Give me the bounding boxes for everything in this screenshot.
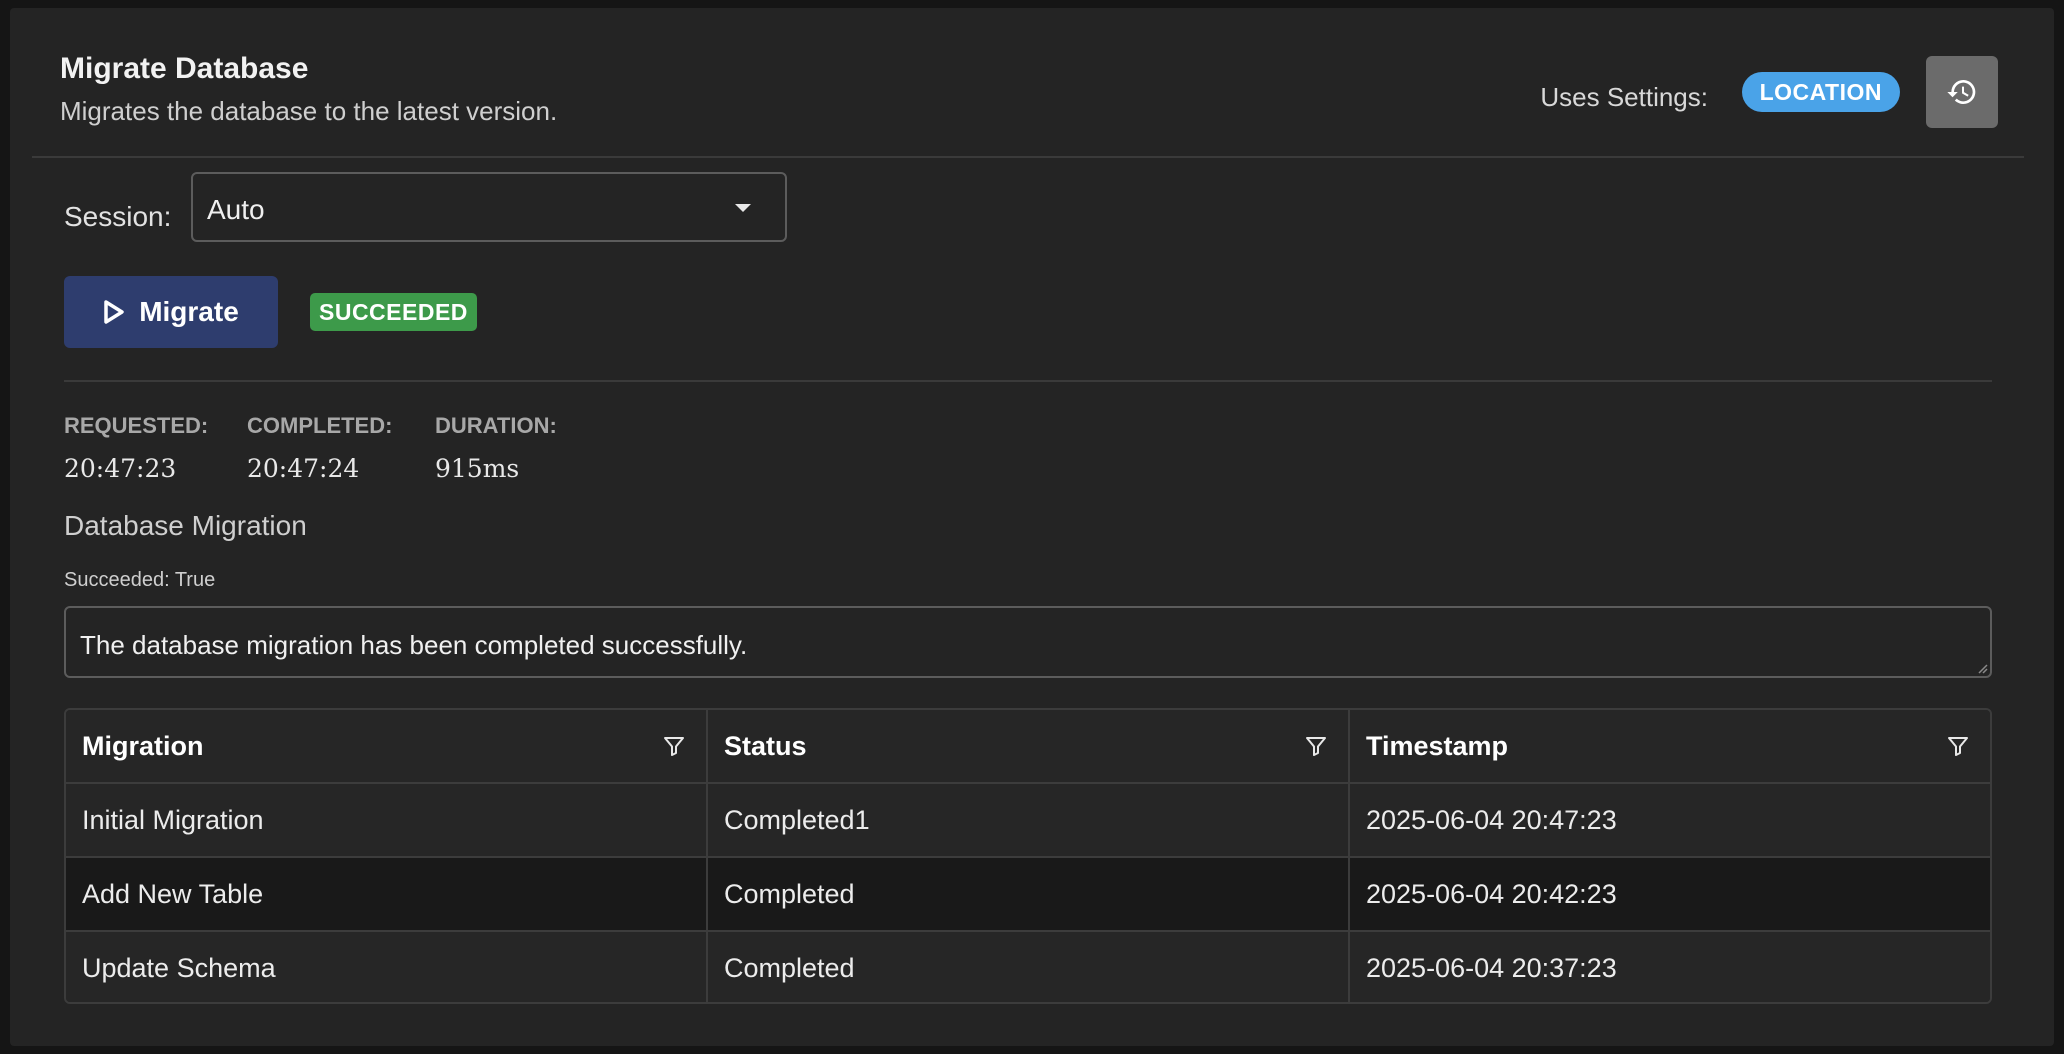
panel-header [32,8,2024,158]
status-cell: Completed [708,858,1350,930]
section-title: Database Migration [64,510,307,541]
duration-value: 915ms [435,454,520,483]
timestamp-cell: 2025-06-04 20:42:23 [1366,879,1617,909]
settings-badge[interactable]: LOCATION [1741,72,1900,112]
timestamp-cell: 2025-06-04 20:37:23 [1366,953,1617,983]
resize-grip-icon[interactable] [1976,662,1988,674]
page-subtitle: Migrates the database to the latest vers… [60,96,558,126]
filter-icon[interactable] [1304,734,1328,758]
filter-icon[interactable] [662,734,686,758]
column-header-label: Timestamp [1366,731,1509,761]
requested-value: 20:47:23 [64,454,177,483]
completed-label: COMPLETED: [247,413,393,438]
completed-value: 20:47:24 [247,454,360,483]
divider [64,380,1992,382]
table-header-row: Migration Status Timestamp [66,710,1990,784]
column-header-label: Status [724,731,807,761]
migration-cell: Update Schema [66,932,708,1002]
table-row[interactable]: Add New Table Completed 2025-06-04 20:42… [66,858,1990,932]
status-badge: SUCCEEDED [310,293,477,331]
message-text: The database migration has been complete… [80,630,748,660]
session-select[interactable]: Auto [191,172,787,242]
table-row[interactable]: Initial Migration Completed1 2025-06-04 … [66,784,1990,858]
chevron-down-icon [735,204,751,212]
timestamp-cell: 2025-06-04 20:47:23 [1366,805,1617,835]
message-textarea[interactable]: The database migration has been complete… [64,606,1992,678]
column-header-status[interactable]: Status [708,710,1350,782]
status-cell: Completed1 [708,784,1350,856]
history-icon [1947,80,1976,104]
migrate-database-panel: Migrate Database Migrates the database t… [10,8,2054,1046]
status-cell: Completed [708,932,1350,1002]
requested-label: REQUESTED: [64,413,209,438]
succeeded-text: Succeeded: True [64,569,216,591]
migration-cell: Add New Table [66,858,708,930]
page-title: Migrate Database [60,52,309,85]
migration-cell: Initial Migration [66,784,708,856]
play-icon [104,300,124,324]
migrate-button[interactable]: Migrate [64,276,278,348]
uses-settings-label: Uses Settings: [1540,82,1708,112]
session-value: Auto [207,194,265,225]
history-button[interactable] [1926,56,1998,128]
session-label: Session: [64,201,172,232]
column-header-timestamp[interactable]: Timestamp [1350,710,1990,782]
column-header-migration[interactable]: Migration [66,710,708,782]
table-row[interactable]: Update Schema Completed 2025-06-04 20:37… [66,932,1990,1002]
migrations-table: Migration Status Timestamp Initial Migra… [64,708,1992,1004]
column-header-label: Migration [82,731,204,761]
migrate-button-label: Migrate [139,296,239,327]
filter-icon[interactable] [1946,734,1970,758]
duration-label: DURATION: [435,413,557,438]
